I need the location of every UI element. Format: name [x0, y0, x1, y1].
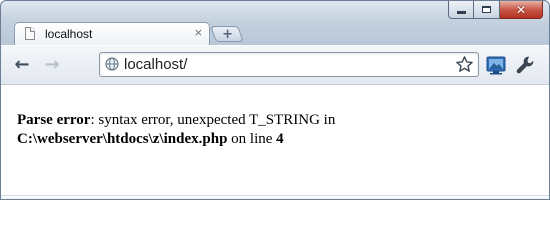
maximize-button[interactable] [474, 1, 500, 19]
globe-icon [105, 57, 119, 71]
window-bottom-edge [1, 195, 549, 199]
error-line-number: 4 [276, 131, 284, 147]
minimize-button[interactable] [448, 1, 474, 19]
error-description: : syntax error, unexpected T_STRING in [90, 112, 336, 128]
new-tab-button[interactable]: + [210, 26, 244, 42]
page-content: Parse error: syntax error, unexpected T_… [1, 84, 549, 199]
close-icon: ✕ [515, 2, 527, 17]
star-icon[interactable] [455, 55, 474, 74]
error-label: Parse error [17, 112, 91, 128]
wrench-icon[interactable] [515, 55, 535, 75]
address-text[interactable]: localhost/ [124, 56, 187, 73]
minimize-icon [456, 11, 466, 14]
maximize-icon [482, 6, 491, 13]
close-window-button[interactable]: ✕ [500, 1, 543, 19]
tab-close-button[interactable]: × [194, 26, 203, 39]
php-error-message: Parse error: syntax error, unexpected T_… [17, 111, 537, 149]
toolbar: ← → localhost/ [1, 45, 549, 85]
screen-capture-icon[interactable] [485, 54, 507, 76]
address-bar[interactable]: localhost/ [99, 52, 479, 77]
error-line-prefix: on line [227, 131, 277, 147]
tab-title: localhost [45, 27, 93, 41]
forward-button[interactable]: → [41, 54, 63, 76]
tab-localhost[interactable]: localhost × [14, 22, 210, 45]
page-icon [25, 27, 35, 40]
error-file-path: C:\webserver\htdocs\z\index.php [17, 131, 228, 147]
back-button[interactable]: ← [11, 54, 33, 76]
window-controls: ✕ [448, 1, 543, 20]
browser-window: ✕ localhost × + ← → localhost/ Parse err… [0, 0, 550, 200]
plus-icon: + [221, 26, 233, 42]
